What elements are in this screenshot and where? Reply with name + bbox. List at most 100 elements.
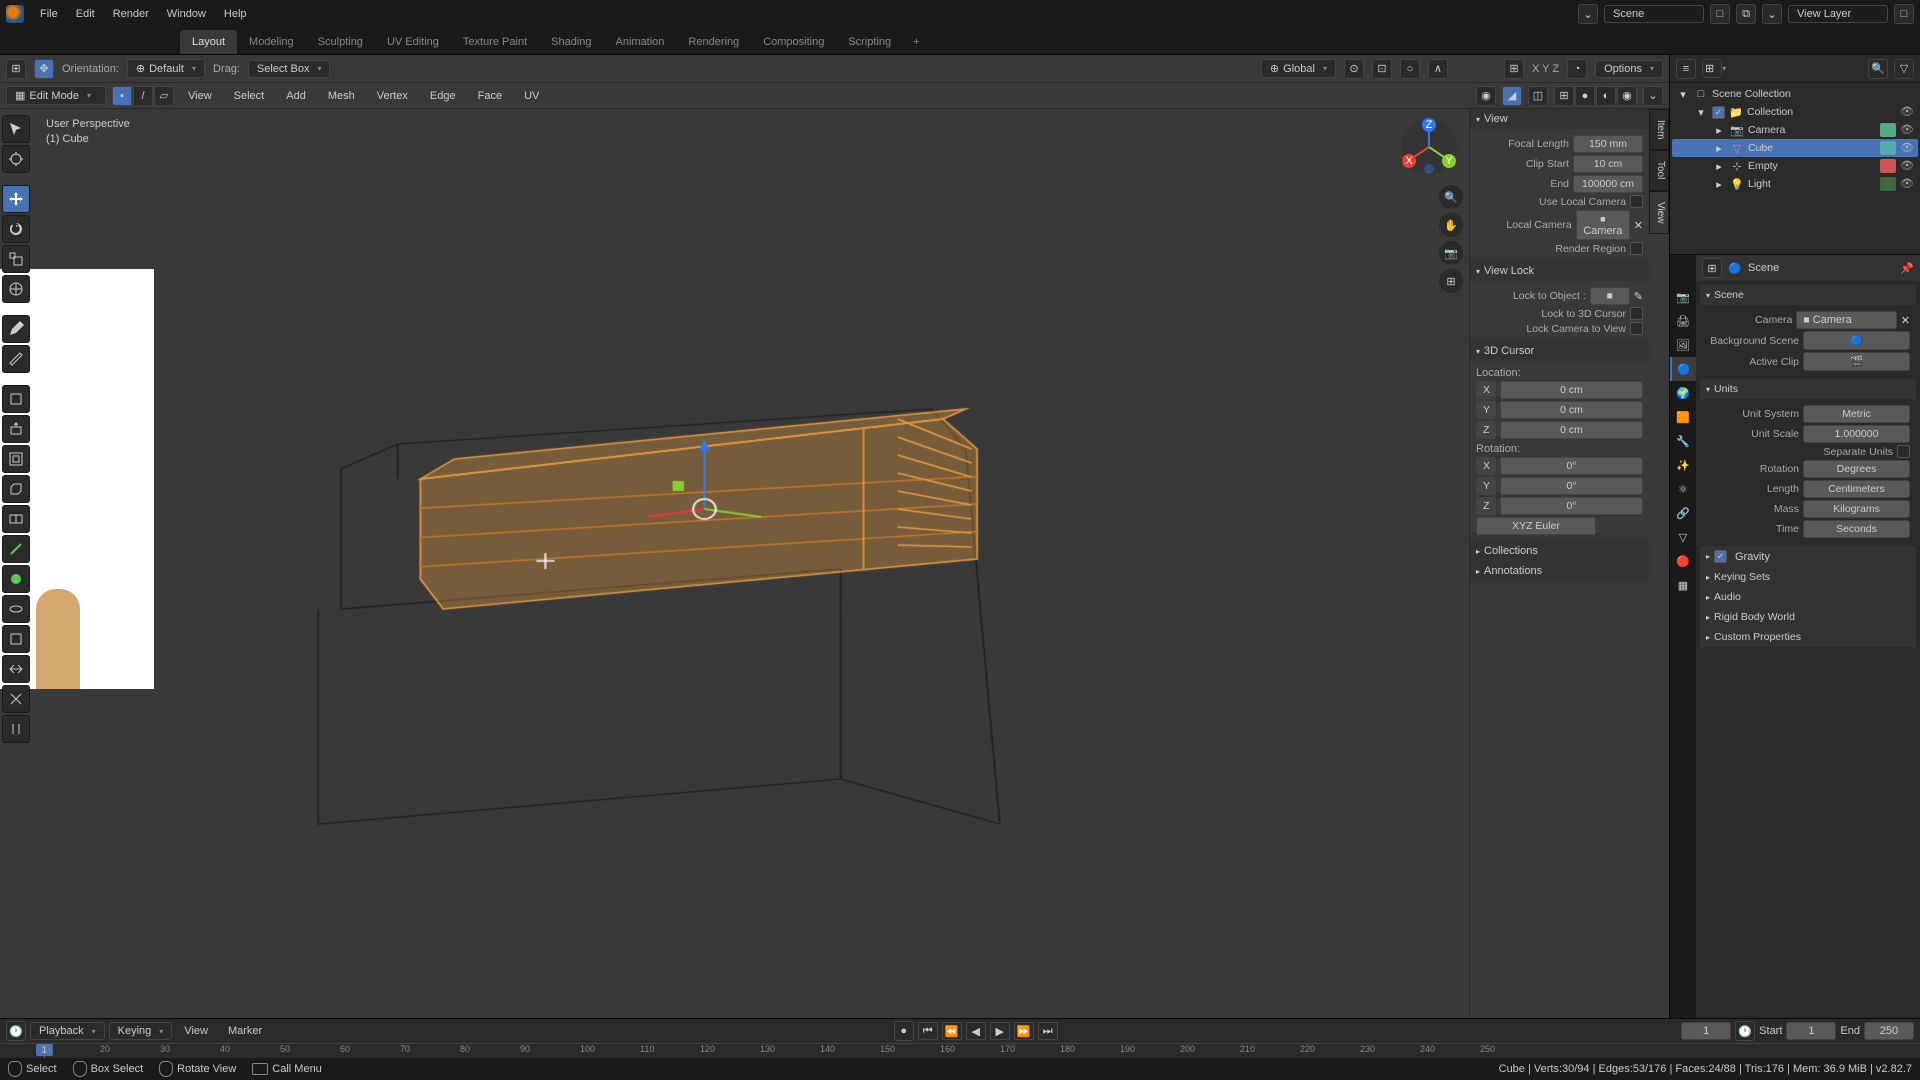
select-menu[interactable]: Select <box>226 86 273 106</box>
time-field[interactable]: Seconds <box>1803 520 1910 538</box>
visibility-icon[interactable]: 👁 <box>1900 159 1914 173</box>
prop-tab-particle[interactable]: ✨ <box>1670 453 1696 477</box>
section-audio-header[interactable]: Audio <box>1700 587 1916 607</box>
section-keying-header[interactable]: Keying Sets <box>1700 567 1916 587</box>
knife-tool[interactable] <box>2 535 30 563</box>
rip-tool[interactable] <box>2 715 30 743</box>
prop-tab-world[interactable]: 🌍 <box>1670 381 1696 405</box>
rendered-shading-icon[interactable]: ◉ <box>1617 86 1637 106</box>
timeline-type-icon[interactable]: 🕐 <box>6 1021 26 1041</box>
panel-collections-header[interactable]: Collections <box>1470 541 1649 561</box>
outliner-type-icon[interactable]: ≡ <box>1676 59 1696 79</box>
outliner-mode-dropdown[interactable]: ⊞ <box>1702 59 1722 78</box>
scale-tool[interactable] <box>2 245 30 273</box>
clear-icon[interactable]: ✕ <box>1901 314 1910 327</box>
spin-tool[interactable] <box>2 595 30 623</box>
edge-menu[interactable]: Edge <box>422 86 464 106</box>
section-gravity-header[interactable]: Gravity <box>1700 546 1916 567</box>
tab-layout[interactable]: Layout <box>180 30 237 54</box>
clip-field[interactable]: 🎬 <box>1803 352 1910 371</box>
end-frame-field[interactable]: 250 <box>1864 1022 1914 1040</box>
prop-tab-object[interactable]: 🟧 <box>1670 405 1696 429</box>
lockcursor-checkbox[interactable] <box>1630 307 1643 320</box>
section-scene-header[interactable]: Scene <box>1700 285 1916 305</box>
falloff-icon[interactable]: ∧ <box>1428 59 1448 79</box>
tl-view-menu[interactable]: View <box>176 1021 216 1041</box>
view-layer-field[interactable]: View Layer <box>1788 5 1888 23</box>
prop-tab-constraint[interactable]: 🔗 <box>1670 501 1696 525</box>
loopcut-tool[interactable] <box>2 505 30 533</box>
outliner-camera[interactable]: ▸📷 Camera 👁 <box>1672 121 1918 139</box>
proportional-icon[interactable]: ○ <box>1400 59 1420 79</box>
clear-icon[interactable]: ✕ <box>1634 219 1643 232</box>
uv-menu[interactable]: UV <box>516 86 547 106</box>
loc-x-field[interactable]: 0 cm <box>1500 381 1643 399</box>
focal-field[interactable]: 150 mm <box>1573 135 1643 153</box>
preview-range-icon[interactable]: 🕐 <box>1735 1021 1755 1041</box>
bevel-tool[interactable] <box>2 475 30 503</box>
orientation-dropdown[interactable]: ⊕Default <box>127 59 205 78</box>
prop-tab-modifier[interactable]: 🔧 <box>1670 429 1696 453</box>
extrude-tool[interactable] <box>2 415 30 443</box>
side-tab-item[interactable]: Item <box>1649 109 1669 150</box>
gizmo-toggle-icon[interactable]: ⊞ <box>1504 59 1524 79</box>
face-menu[interactable]: Face <box>470 86 510 106</box>
eyedropper-icon[interactable]: ✎ <box>1634 290 1643 303</box>
inset-tool[interactable] <box>2 445 30 473</box>
panel-view-header[interactable]: View <box>1470 109 1649 129</box>
cursor-tool[interactable] <box>2 145 30 173</box>
mode-dropdown[interactable]: ▦Edit Mode <box>6 86 106 105</box>
viewlayer-new-icon[interactable]: □ <box>1894 4 1914 24</box>
visibility-icon[interactable]: 👁 <box>1900 177 1914 191</box>
perspective-icon[interactable]: ⊞ <box>1439 269 1463 293</box>
options-dropdown[interactable]: Options <box>1595 60 1663 78</box>
annotate-tool[interactable] <box>2 315 30 343</box>
euler-dropdown[interactable]: XYZ Euler <box>1476 517 1596 535</box>
zoom-icon[interactable]: 🔍 <box>1439 185 1463 209</box>
current-frame-field[interactable]: 1 <box>1681 1022 1731 1040</box>
move-tool[interactable] <box>2 185 30 213</box>
tl-marker-menu[interactable]: Marker <box>220 1021 270 1041</box>
tab-uvediting[interactable]: UV Editing <box>375 30 451 54</box>
section-custom-header[interactable]: Custom Properties <box>1700 627 1916 647</box>
search-icon[interactable]: 🔍 <box>1868 59 1888 79</box>
editor-type-icon[interactable]: ⊞ <box>6 59 26 79</box>
xray-icon[interactable]: ◫ <box>1528 86 1548 106</box>
face-select-icon[interactable]: ▱ <box>154 86 174 106</box>
menu-window[interactable]: Window <box>159 4 214 24</box>
props-type-icon[interactable]: ⊞ <box>1702 258 1722 278</box>
start-frame-field[interactable]: 1 <box>1786 1022 1836 1040</box>
scene-copy-icon[interactable]: ⧉ <box>1736 4 1756 24</box>
snap-icon[interactable]: ⊙ <box>1344 59 1364 79</box>
vertex-menu[interactable]: Vertex <box>369 86 416 106</box>
rot-y-field[interactable]: 0° <box>1500 477 1643 495</box>
localcam-checkbox[interactable] <box>1630 195 1643 208</box>
play-icon[interactable]: ▶ <box>990 1022 1010 1040</box>
panel-3dcursor-header[interactable]: 3D Cursor <box>1470 341 1649 361</box>
camera-view-icon[interactable]: 📷 <box>1439 241 1463 265</box>
snap-type-icon[interactable]: ⊡ <box>1372 59 1392 79</box>
tab-sculpting[interactable]: Sculpting <box>306 30 375 54</box>
collection-checkbox[interactable] <box>1712 106 1725 119</box>
prop-tab-texture[interactable]: ▦ <box>1670 573 1696 597</box>
mesh-menu[interactable]: Mesh <box>320 86 363 106</box>
outliner-empty[interactable]: ▸⊹ Empty 👁 <box>1672 157 1918 175</box>
mesh-display-icon[interactable]: ◉ <box>1476 86 1496 106</box>
edge-select-icon[interactable]: / <box>133 86 153 106</box>
jump-end-icon[interactable]: ⏭ <box>1038 1022 1058 1040</box>
lockobj-field[interactable]: ■ <box>1590 287 1630 305</box>
prev-key-icon[interactable]: ⏪ <box>942 1022 962 1040</box>
rot-z-field[interactable]: 0° <box>1500 497 1643 515</box>
menu-render[interactable]: Render <box>105 4 157 24</box>
unitscale-field[interactable]: 1.000000 <box>1803 425 1910 443</box>
filter-icon[interactable]: ▽ <box>1894 59 1914 79</box>
vertex-select-icon[interactable]: • <box>112 86 132 106</box>
shrink-tool[interactable] <box>2 685 30 713</box>
solid-shading-icon[interactable]: ● <box>1575 86 1595 106</box>
rotate-tool[interactable] <box>2 215 30 243</box>
measure-tool[interactable] <box>2 345 30 373</box>
orientation-gizmo[interactable]: X Y Z <box>1399 117 1459 177</box>
outliner-collection[interactable]: ▾ 📁 Collection 👁 <box>1672 103 1918 121</box>
prop-tab-scene[interactable]: 🔵 <box>1670 357 1696 381</box>
localcam-field[interactable]: ■ Camera <box>1576 210 1630 240</box>
